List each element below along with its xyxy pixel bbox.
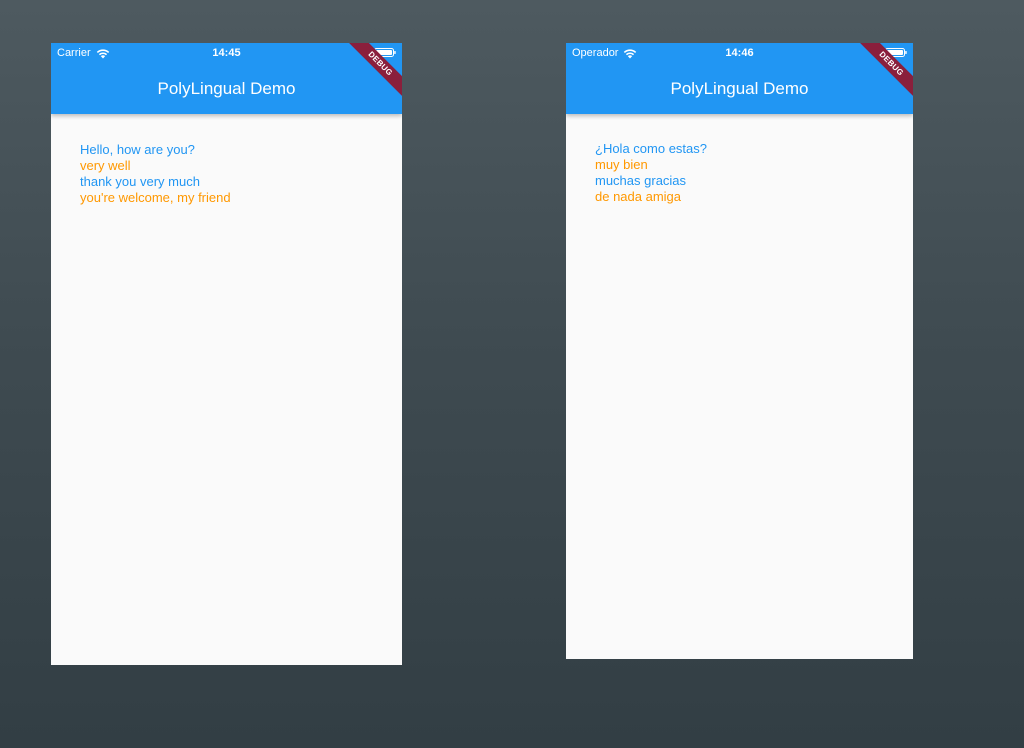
phrase-welcome: you're welcome, my friend: [80, 190, 231, 205]
phrase-greeting: Hello, how are you?: [80, 142, 195, 157]
phrase-list: Hello, how are you? very well thank you …: [80, 142, 392, 206]
app-title: PolyLingual Demo: [670, 79, 809, 98]
app-bar: Operador 14:46 PolyLingual Demo: [566, 43, 913, 114]
phrase-thanks: thank you very much: [80, 174, 200, 189]
status-time: 14:46: [725, 47, 754, 59]
app-bar: Carrier 14:45 PolyLingual Demo: [51, 43, 402, 114]
phrase-reply: muy bien: [595, 157, 648, 172]
status-time: 14:45: [212, 47, 241, 59]
app-title: PolyLingual Demo: [157, 79, 296, 98]
phrase-list: ¿Hola como estas? muy bien muchas gracia…: [595, 141, 903, 205]
phrase-greeting: ¿Hola como estas?: [595, 141, 707, 156]
phrase-thanks: muchas gracias: [595, 173, 687, 188]
status-bar: Carrier 14:45: [51, 43, 402, 63]
phrase-welcome: de nada amiga: [595, 189, 682, 204]
phone-screen-english: Carrier 14:45 PolyLingual Demo DEBUG Hel…: [51, 43, 402, 665]
phone-screen-spanish: Operador 14:46 PolyLingual Demo DEBUG ¿H…: [566, 43, 913, 659]
phrase-reply: very well: [80, 158, 131, 173]
status-bar: Operador 14:46: [566, 43, 913, 63]
